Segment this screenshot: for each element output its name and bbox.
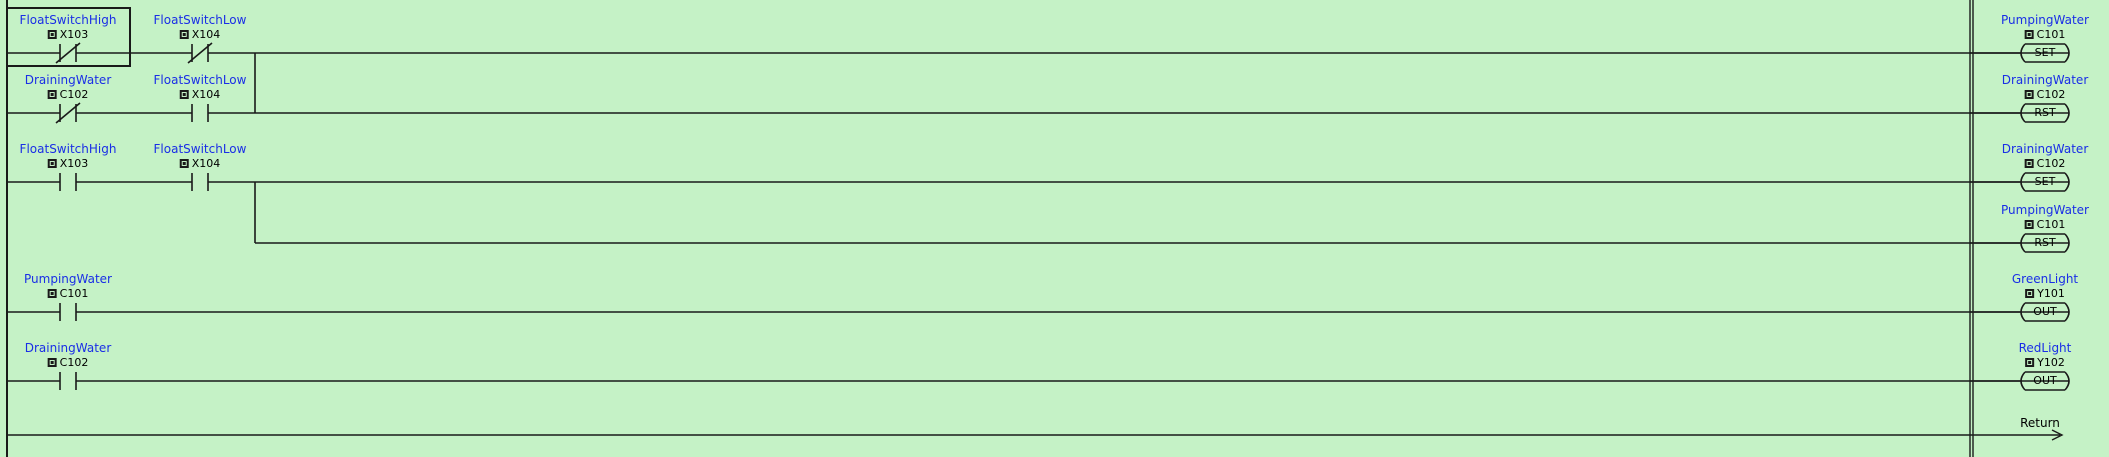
address-text: X104: [191, 28, 221, 41]
address-text: C102: [2036, 157, 2066, 170]
nc-contact-r0-c1[interactable]: [187, 42, 213, 64]
nc-contact-r1-c0[interactable]: [55, 102, 81, 124]
coil-address-r5: Y102: [2025, 356, 2065, 369]
address-text: C102: [59, 88, 89, 101]
coil-command-r4: OUT: [2033, 305, 2057, 318]
contact-address-r0-c1: X104: [179, 28, 221, 41]
address-text: C102: [59, 356, 89, 369]
device-icon: [2025, 358, 2035, 367]
coil-command-r1: RST: [2034, 106, 2056, 119]
device-icon: [2024, 90, 2034, 99]
contact-address-r2-c1: X104: [179, 157, 221, 170]
device-icon: [2025, 289, 2035, 298]
no-contact-r5-c0[interactable]: [59, 372, 77, 390]
device-icon: [47, 90, 57, 99]
coil-label-r3: PumpingWater: [2001, 203, 2089, 217]
coil-label-r0: PumpingWater: [2001, 13, 2089, 27]
coil-label-r1: DrainingWater: [2001, 73, 2089, 87]
coil-address-r4: Y101: [2025, 287, 2065, 300]
address-text: Y102: [2037, 356, 2065, 369]
contact-label-r4-c0: PumpingWater: [24, 272, 112, 286]
coil-command-r0: SET: [2034, 46, 2056, 59]
address-text: Y101: [2037, 287, 2065, 300]
contact-address-r2-c0: X103: [47, 157, 89, 170]
device-icon: [2024, 220, 2034, 229]
coil-label-r4: GreenLight: [2011, 272, 2079, 286]
address-text: C101: [59, 287, 89, 300]
device-icon: [2024, 30, 2034, 39]
no-contact-r1-c1[interactable]: [191, 104, 209, 122]
coil-label-r5: RedLight: [2018, 341, 2072, 355]
address-text: X104: [191, 157, 221, 170]
contact-address-r1-c1: X104: [179, 88, 221, 101]
device-icon: [2024, 159, 2034, 168]
device-icon: [179, 30, 189, 39]
contact-label-r1-c1: FloatSwitchLow: [153, 73, 247, 87]
contact-address-r1-c0: C102: [47, 88, 89, 101]
coil-address-r2: C102: [2024, 157, 2066, 170]
address-text: C101: [2036, 218, 2066, 231]
coil-address-r1: C102: [2024, 88, 2066, 101]
device-icon: [179, 159, 189, 168]
coil-command-r3: RST: [2034, 236, 2056, 249]
contact-label-r0-c1: FloatSwitchLow: [153, 13, 247, 27]
coil-address-r3: C101: [2024, 218, 2066, 231]
no-contact-r4-c0[interactable]: [59, 303, 77, 321]
contact-label-r5-c0: DrainingWater: [24, 341, 112, 355]
selection-cursor: [6, 7, 131, 67]
coil-command-r2: SET: [2034, 175, 2056, 188]
coil-address-r0: C101: [2024, 28, 2066, 41]
address-text: X103: [59, 157, 89, 170]
contact-label-r2-c1: FloatSwitchLow: [153, 142, 247, 156]
no-contact-r2-c0[interactable]: [59, 173, 77, 191]
contact-label-r2-c0: FloatSwitchHigh: [19, 142, 117, 156]
device-icon: [47, 358, 57, 367]
return-label[interactable]: Return: [2020, 416, 2060, 430]
address-text: X104: [191, 88, 221, 101]
ladder-diagram: [6, 0, 2070, 457]
no-contact-r2-c1[interactable]: [191, 173, 209, 191]
address-text: C102: [2036, 88, 2066, 101]
coil-label-r2: DrainingWater: [2001, 142, 2089, 156]
contact-label-r1-c0: DrainingWater: [24, 73, 112, 87]
contact-address-r4-c0: C101: [47, 287, 89, 300]
contact-address-r5-c0: C102: [47, 356, 89, 369]
coil-command-r5: OUT: [2033, 374, 2057, 387]
device-icon: [47, 289, 57, 298]
address-text: C101: [2036, 28, 2066, 41]
device-icon: [47, 159, 57, 168]
device-icon: [179, 90, 189, 99]
